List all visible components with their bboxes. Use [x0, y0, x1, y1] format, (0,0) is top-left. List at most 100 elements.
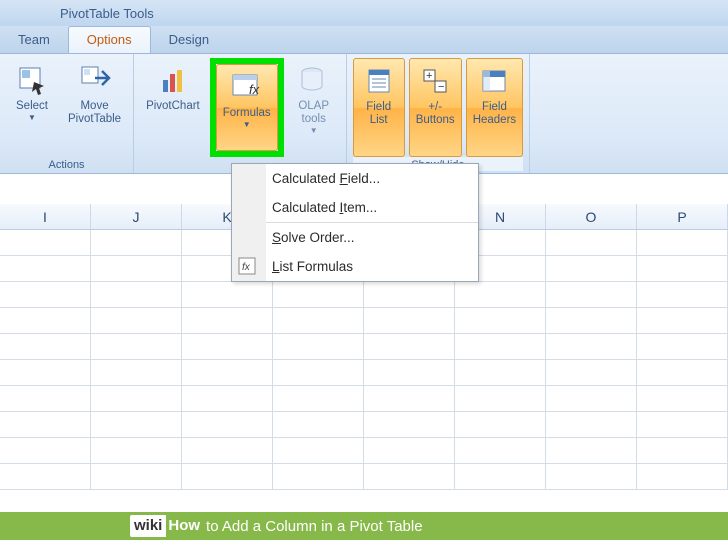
tab-design[interactable]: Design: [151, 27, 227, 53]
cell[interactable]: [273, 360, 364, 385]
pivotchart-button[interactable]: PivotChart: [140, 58, 206, 157]
cell[interactable]: [364, 360, 455, 385]
select-button[interactable]: Select ▼: [6, 58, 58, 157]
cell[interactable]: [273, 282, 364, 307]
cell[interactable]: [455, 360, 546, 385]
cell[interactable]: [182, 334, 273, 359]
menu-label: List Formulas: [272, 259, 353, 274]
cell[interactable]: [455, 412, 546, 437]
cell[interactable]: [91, 464, 182, 489]
cell[interactable]: [0, 282, 91, 307]
cell[interactable]: [637, 386, 728, 411]
cell[interactable]: [546, 412, 637, 437]
cell[interactable]: [455, 386, 546, 411]
cell[interactable]: [637, 360, 728, 385]
cell[interactable]: [0, 412, 91, 437]
cell[interactable]: [364, 334, 455, 359]
menu-calculated-item[interactable]: Calculated Item...: [232, 193, 478, 222]
cell[interactable]: [91, 386, 182, 411]
cell[interactable]: [546, 334, 637, 359]
cell[interactable]: [455, 308, 546, 333]
formulas-button[interactable]: fx Formulas ▼: [216, 64, 278, 151]
cell[interactable]: [546, 282, 637, 307]
cell[interactable]: [455, 334, 546, 359]
cell[interactable]: [0, 464, 91, 489]
cell[interactable]: [546, 256, 637, 281]
cell[interactable]: [91, 438, 182, 463]
menu-solve-order[interactable]: Solve Order...: [232, 223, 478, 252]
cell[interactable]: [637, 256, 728, 281]
cell[interactable]: [273, 412, 364, 437]
cell[interactable]: [0, 230, 91, 255]
cell[interactable]: [455, 464, 546, 489]
cell[interactable]: [0, 256, 91, 281]
olap-tools-button[interactable]: OLAP tools ▼: [288, 58, 340, 157]
tab-options[interactable]: Options: [68, 26, 151, 53]
select-label: Select: [16, 100, 48, 113]
menu-calculated-field[interactable]: Calculated Field...: [232, 164, 478, 193]
cell[interactable]: [364, 282, 455, 307]
cell[interactable]: [0, 360, 91, 385]
dropdown-arrow-icon: ▼: [310, 126, 318, 135]
cell[interactable]: [637, 464, 728, 489]
col-header[interactable]: P: [637, 204, 728, 229]
tab-team[interactable]: Team: [0, 27, 68, 53]
cell[interactable]: [91, 360, 182, 385]
move-icon: [77, 62, 113, 98]
col-header[interactable]: O: [546, 204, 637, 229]
cell[interactable]: [364, 412, 455, 437]
cell[interactable]: [182, 438, 273, 463]
cell[interactable]: [273, 464, 364, 489]
cell[interactable]: [273, 438, 364, 463]
cell[interactable]: [364, 464, 455, 489]
cell[interactable]: [455, 282, 546, 307]
cell[interactable]: [637, 230, 728, 255]
cell[interactable]: [637, 412, 728, 437]
svg-text:fx: fx: [249, 82, 260, 97]
cell[interactable]: [546, 438, 637, 463]
cell[interactable]: [0, 308, 91, 333]
cell[interactable]: [0, 386, 91, 411]
cell[interactable]: [546, 360, 637, 385]
cell[interactable]: [91, 256, 182, 281]
cell[interactable]: [182, 308, 273, 333]
cell[interactable]: [364, 386, 455, 411]
cell[interactable]: [91, 334, 182, 359]
cell[interactable]: [0, 438, 91, 463]
grid-row: [0, 282, 728, 308]
cell[interactable]: [546, 386, 637, 411]
cell[interactable]: [364, 308, 455, 333]
cell[interactable]: [637, 334, 728, 359]
cell[interactable]: [637, 308, 728, 333]
cell[interactable]: [637, 438, 728, 463]
cell[interactable]: [455, 438, 546, 463]
move-pivottable-button[interactable]: Move PivotTable: [62, 58, 127, 157]
col-header[interactable]: J: [91, 204, 182, 229]
plus-minus-buttons-button[interactable]: +− +/- Buttons: [409, 58, 462, 157]
menu-list-formulas[interactable]: fx List Formulas: [232, 252, 478, 281]
cell[interactable]: [637, 282, 728, 307]
cell[interactable]: [91, 282, 182, 307]
cell[interactable]: [546, 230, 637, 255]
cell[interactable]: [182, 386, 273, 411]
cell[interactable]: [182, 412, 273, 437]
cell[interactable]: [273, 334, 364, 359]
cell[interactable]: [91, 412, 182, 437]
cell[interactable]: [91, 308, 182, 333]
cell[interactable]: [546, 464, 637, 489]
cell[interactable]: [182, 464, 273, 489]
col-header[interactable]: I: [0, 204, 91, 229]
cell[interactable]: [364, 438, 455, 463]
field-headers-button[interactable]: Field Headers: [466, 58, 523, 157]
cell[interactable]: [273, 386, 364, 411]
formulas-label: Formulas: [223, 107, 271, 120]
cell[interactable]: [91, 230, 182, 255]
cell[interactable]: [546, 308, 637, 333]
cell[interactable]: [182, 360, 273, 385]
cell[interactable]: [0, 334, 91, 359]
cell[interactable]: [273, 308, 364, 333]
dropdown-arrow-icon: ▼: [28, 113, 36, 122]
pivotchart-icon: [155, 62, 191, 98]
cell[interactable]: [182, 282, 273, 307]
field-list-button[interactable]: Field List: [353, 58, 405, 157]
